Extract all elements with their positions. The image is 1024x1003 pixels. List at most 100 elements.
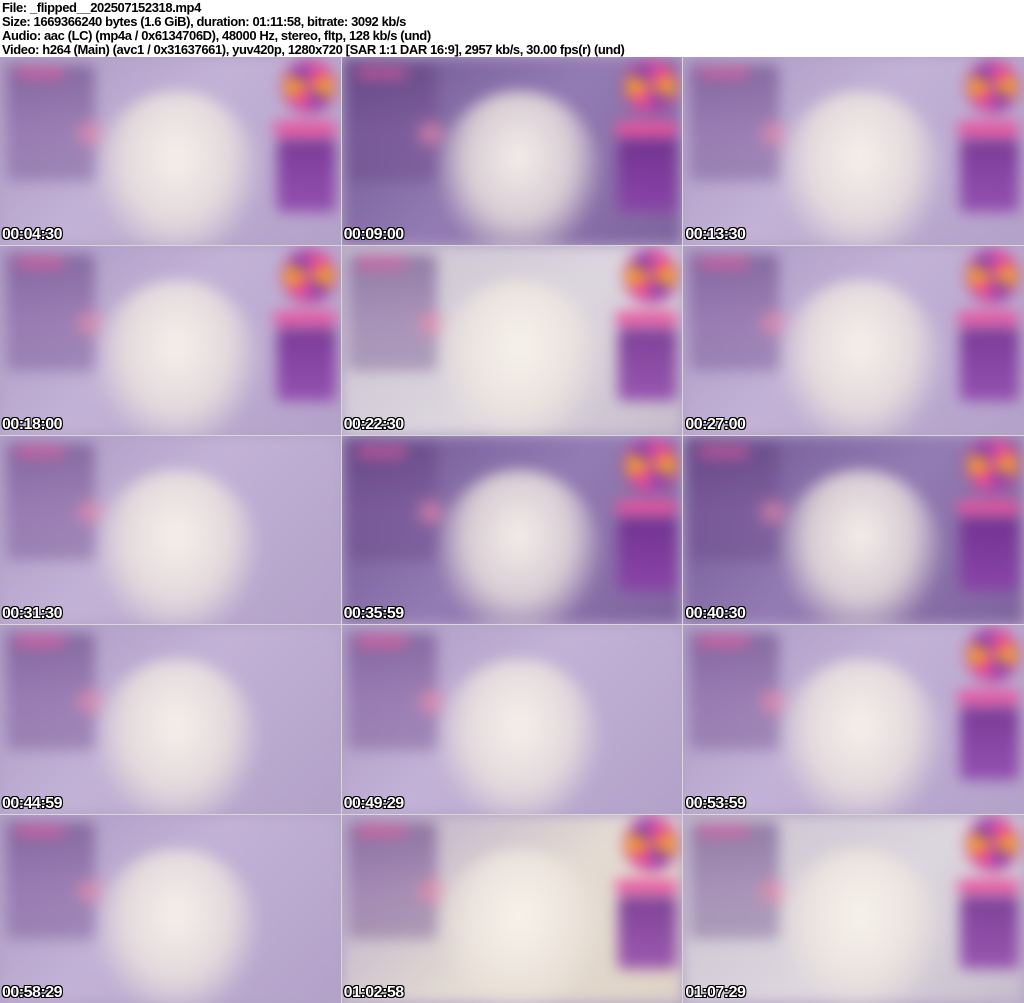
video-thumbnail: 00:18:00 xyxy=(0,246,341,435)
overlay-widgets xyxy=(615,441,678,607)
menu-panel-graphic xyxy=(618,896,678,970)
frame-placeholder-graphic xyxy=(341,57,683,246)
overlay-widgets xyxy=(957,252,1019,418)
timestamp-label: 00:35:59 xyxy=(343,605,405,623)
highlight-blob-graphic xyxy=(778,90,943,246)
prize-wheel-graphic xyxy=(968,630,1017,679)
prize-wheel-graphic xyxy=(968,62,1017,111)
video-thumbnail: 00:49:29 xyxy=(341,625,683,814)
timestamp-label: 00:04:30 xyxy=(2,226,63,244)
frame-placeholder-graphic xyxy=(0,57,341,246)
highlight-blob-graphic xyxy=(95,659,259,814)
prize-wheel-graphic xyxy=(968,441,1017,490)
frame-placeholder-graphic xyxy=(0,814,341,1003)
hud-panel-graphic xyxy=(348,443,449,561)
prize-wheel-graphic xyxy=(968,252,1017,300)
banner-graphic xyxy=(615,122,678,136)
prize-wheel-graphic xyxy=(626,62,675,111)
overlay-widgets xyxy=(615,62,678,229)
frame-placeholder-graphic xyxy=(341,435,683,625)
video-thumbnail: 00:40:30 xyxy=(683,435,1024,625)
hud-panel-graphic xyxy=(690,443,791,561)
banner-graphic xyxy=(957,122,1019,136)
video-thumbnail: 00:22:30 xyxy=(341,246,683,435)
frame-placeholder-graphic xyxy=(683,435,1024,625)
prize-wheel-graphic xyxy=(285,252,334,300)
timestamp-label: 00:53:59 xyxy=(685,794,746,812)
video-thumbnail: 00:58:29 xyxy=(0,814,341,1003)
video-thumbnail: 00:13:30 xyxy=(683,57,1024,246)
hud-panel-graphic xyxy=(348,822,449,939)
timestamp-label: 00:58:29 xyxy=(2,983,63,1001)
size-line: Size: 1669366240 bytes (1.6 GiB), durati… xyxy=(2,14,407,29)
hud-panel-graphic xyxy=(348,253,449,371)
highlight-blob-graphic xyxy=(95,469,259,625)
frame-placeholder-graphic xyxy=(0,435,341,625)
banner-graphic xyxy=(957,879,1019,894)
frame-placeholder-graphic xyxy=(0,246,341,435)
banner-graphic xyxy=(957,501,1019,515)
frame-placeholder-graphic xyxy=(683,246,1024,435)
hud-panel-graphic xyxy=(348,64,449,182)
metadata-header: File: _flipped__202507152318.mp4 Size: 1… xyxy=(0,0,1024,57)
thumbnail-grid: 00:04:30 00:09:00 00:13:30 00:18:00 00:2… xyxy=(0,57,1024,1003)
highlight-blob-graphic xyxy=(778,469,943,625)
overlay-widgets xyxy=(957,441,1019,607)
frame-placeholder-graphic xyxy=(341,625,683,814)
hud-panel-graphic xyxy=(348,632,449,750)
hud-panel-graphic xyxy=(690,253,791,371)
banner-graphic xyxy=(274,311,336,325)
highlight-blob-graphic xyxy=(95,90,259,246)
timestamp-label: 00:13:30 xyxy=(685,226,746,244)
video-thumbnail: 00:35:59 xyxy=(341,435,683,625)
highlight-blob-graphic xyxy=(778,848,943,1003)
timestamp-label: 00:22:30 xyxy=(343,415,405,433)
hud-panel-graphic xyxy=(6,443,108,561)
menu-panel-graphic xyxy=(618,517,678,591)
hud-panel-graphic xyxy=(690,822,791,939)
highlight-blob-graphic xyxy=(437,280,601,435)
highlight-blob-graphic xyxy=(437,469,601,625)
banner-graphic xyxy=(615,311,678,325)
menu-panel-graphic xyxy=(960,138,1019,212)
video-thumbnail: 01:02:58 xyxy=(341,814,683,1003)
prize-wheel-graphic xyxy=(285,62,334,111)
menu-panel-graphic xyxy=(960,328,1019,402)
timestamp-label: 01:07:29 xyxy=(685,983,746,1001)
highlight-blob-graphic xyxy=(437,90,601,246)
video-thumbnail: 00:04:30 xyxy=(0,57,341,246)
frame-placeholder-graphic xyxy=(683,625,1024,814)
video-thumbnail: 00:44:59 xyxy=(0,625,341,814)
video-thumbnail: 00:31:30 xyxy=(0,435,341,625)
banner-graphic xyxy=(957,311,1019,325)
video-thumbnail: 00:53:59 xyxy=(683,625,1024,814)
frame-placeholder-graphic xyxy=(341,814,683,1003)
hud-panel-graphic xyxy=(6,253,108,371)
highlight-blob-graphic xyxy=(437,848,601,1003)
highlight-blob-graphic xyxy=(95,280,259,435)
file-name-line: File: _flipped__202507152318.mp4 xyxy=(2,0,201,15)
menu-panel-graphic xyxy=(618,328,678,402)
menu-panel-graphic xyxy=(960,707,1019,781)
prize-wheel-graphic xyxy=(626,441,675,490)
video-info-line: Video: h264 (Main) (avc1 / 0x31637661), … xyxy=(2,42,625,57)
highlight-blob-graphic xyxy=(778,659,943,814)
prize-wheel-graphic xyxy=(626,252,675,300)
highlight-blob-graphic xyxy=(437,659,601,814)
timestamp-label: 00:09:00 xyxy=(343,226,405,244)
hud-panel-graphic xyxy=(6,632,108,750)
timestamp-label: 00:49:29 xyxy=(343,794,405,812)
timestamp-label: 00:40:30 xyxy=(685,605,746,623)
frame-placeholder-graphic xyxy=(0,625,341,814)
overlay-widgets xyxy=(615,252,678,418)
timestamp-label: 01:02:58 xyxy=(343,983,405,1001)
menu-panel-graphic xyxy=(960,896,1019,970)
overlay-widgets xyxy=(615,820,678,986)
timestamp-label: 00:27:00 xyxy=(685,415,746,433)
overlay-widgets xyxy=(957,820,1019,986)
menu-panel-graphic xyxy=(276,138,336,212)
timestamp-label: 00:31:30 xyxy=(2,605,63,623)
banner-graphic xyxy=(957,690,1019,704)
banner-graphic xyxy=(615,501,678,515)
video-thumbnail: 00:09:00 xyxy=(341,57,683,246)
